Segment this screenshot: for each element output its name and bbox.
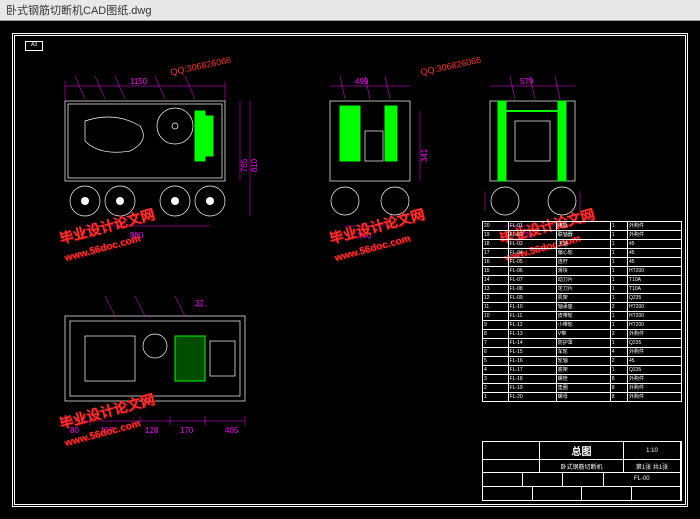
project-name: 卧式钢筋切断机: [540, 460, 624, 472]
parts-row: 8FL-13V带3外购件: [483, 330, 682, 339]
parts-row: 20FL-01电机1外购件: [483, 222, 682, 231]
parts-row: 16FL-05连杆145: [483, 258, 682, 267]
dim-side-base: 560: [358, 231, 371, 240]
dim-top-f: 37: [195, 299, 204, 308]
parts-row: 2FL-19垫圈8外购件: [483, 384, 682, 393]
dim-wheel-span: 980: [130, 231, 143, 240]
file-name: 卧式钢筋切断机CAD图纸.dwg: [6, 5, 151, 17]
sheet-size-tag: A3: [25, 41, 43, 51]
front-view: [45, 71, 265, 231]
cad-canvas[interactable]: A3 1150 980 765 810: [0, 21, 700, 519]
parts-row: 18FL-03主轴145: [483, 240, 682, 249]
drawing-number: FL-00: [604, 473, 681, 485]
dim-top-e: 405: [225, 426, 238, 435]
parts-row: 17FL-04偏心轮145: [483, 249, 682, 258]
drawing-title: 总图: [540, 442, 624, 459]
parts-row: 19FL-02联轴器1外购件: [483, 231, 682, 240]
parts-row: 9FL-12小带轮1HT200: [483, 321, 682, 330]
dim-side-width: 499: [355, 77, 368, 86]
parts-row: 1FL-20螺母8外购件: [483, 393, 682, 402]
parts-row: 7FL-14防护罩1Q235: [483, 339, 682, 348]
dim-top-d: 170: [180, 426, 193, 435]
parts-row: 13FL-08定刀片1T10A: [483, 285, 682, 294]
dim-front-width: 1150: [130, 77, 147, 86]
parts-row: 3FL-18螺栓8外购件: [483, 375, 682, 384]
top-view: [45, 291, 285, 441]
rear-view: [470, 71, 600, 231]
dim-front-overall: 810: [250, 159, 259, 172]
parts-row: 4FL-17底架1Q235: [483, 366, 682, 375]
dim-side-height: 341: [420, 149, 429, 162]
parts-row: 5FL-16轮轴245: [483, 357, 682, 366]
dim-top-c: 128: [145, 426, 158, 435]
dim-front-height: 765: [240, 159, 249, 172]
dim-rear-width: 579: [520, 77, 533, 86]
parts-row: 15FL-06滑块1HT200: [483, 267, 682, 276]
window-title-bar: 卧式钢筋切断机CAD图纸.dwg: [0, 0, 700, 21]
dim-top-b: 197: [100, 426, 113, 435]
parts-row: 11FL-10轴承座2HT200: [483, 303, 682, 312]
parts-row: 14FL-07动刀片1T10A: [483, 276, 682, 285]
title-block: 总图 1:10 卧式钢筋切断机 第1张 共1张 FL-00: [482, 441, 682, 501]
parts-row: 6FL-15车轮4外购件: [483, 348, 682, 357]
parts-row: 12FL-09机架1Q235: [483, 294, 682, 303]
parts-list-table: 20FL-01电机1外购件19FL-02联轴器1外购件18FL-03主轴1451…: [482, 221, 682, 402]
dim-top-a: 80: [70, 426, 79, 435]
parts-row: 10FL-11皮带轮1HT200: [483, 312, 682, 321]
